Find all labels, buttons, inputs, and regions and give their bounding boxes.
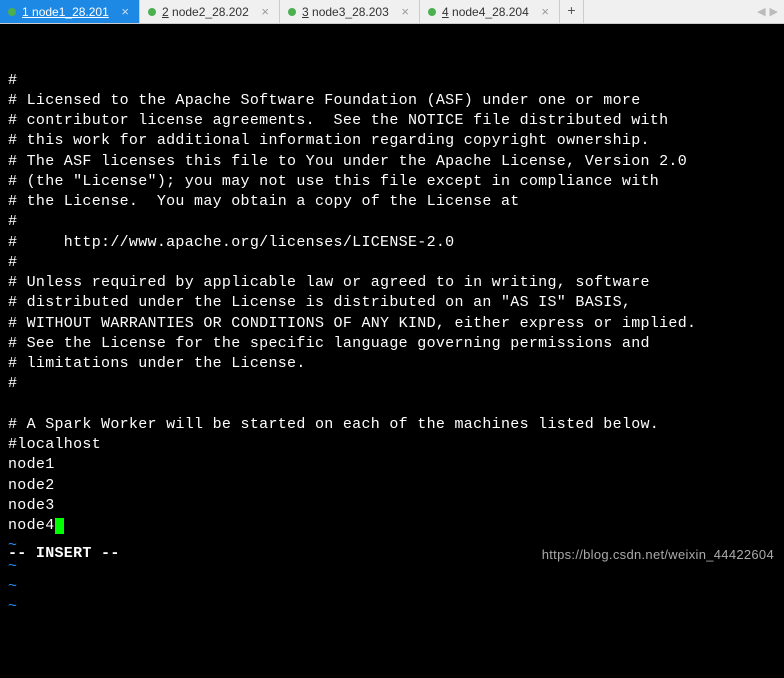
close-icon[interactable]: × xyxy=(399,4,411,19)
editor-line: # See the License for the specific langu… xyxy=(8,334,776,354)
editor-line: # this work for additional information r… xyxy=(8,131,776,151)
editor-line: # contributor license agreements. See th… xyxy=(8,111,776,131)
editor-line: node1 xyxy=(8,455,776,475)
editor-line: node3 xyxy=(8,496,776,516)
editor-line: # Licensed to the Apache Software Founda… xyxy=(8,91,776,111)
tab-label: 4 node4_28.204 xyxy=(442,5,529,19)
watermark: https://blog.csdn.net/weixin_44422604 xyxy=(542,546,774,564)
editor-line: # the License. You may obtain a copy of … xyxy=(8,192,776,212)
status-dot-icon xyxy=(288,8,296,16)
close-icon[interactable]: × xyxy=(259,4,271,19)
editor-line xyxy=(8,395,776,415)
tab-nav: ◀ ▶ xyxy=(751,0,784,23)
editor-content: ## Licensed to the Apache Software Found… xyxy=(8,71,776,618)
editor-line: # (the "License"); you may not use this … xyxy=(8,172,776,192)
tab-node4[interactable]: 4 node4_28.204 × xyxy=(420,0,560,23)
editor-line: # A Spark Worker will be started on each… xyxy=(8,415,776,435)
add-tab-button[interactable]: + xyxy=(560,0,584,23)
empty-line-tilde: ~ xyxy=(8,577,776,597)
vim-status: -- INSERT -- xyxy=(8,544,120,564)
empty-line-tilde: ~ xyxy=(8,597,776,617)
status-dot-icon xyxy=(428,8,436,16)
tab-node3[interactable]: 3 node3_28.203 × xyxy=(280,0,420,23)
editor-line: # http://www.apache.org/licenses/LICENSE… xyxy=(8,233,776,253)
editor-line: node2 xyxy=(8,476,776,496)
tab-node1[interactable]: 1 node1_28.201 × xyxy=(0,0,140,23)
nav-right-icon[interactable]: ▶ xyxy=(770,5,778,19)
tab-label: 3 node3_28.203 xyxy=(302,5,389,19)
editor-line: # xyxy=(8,71,776,91)
tab-bar: 1 node1_28.201 × 2 node2_28.202 × 3 node… xyxy=(0,0,784,24)
editor-line: # The ASF licenses this file to You unde… xyxy=(8,152,776,172)
terminal-editor[interactable]: ## Licensed to the Apache Software Found… xyxy=(0,24,784,570)
nav-left-icon[interactable]: ◀ xyxy=(757,5,765,19)
editor-line: # xyxy=(8,253,776,273)
editor-line: # limitations under the License. xyxy=(8,354,776,374)
tab-spacer xyxy=(584,0,751,23)
tab-label: 2 node2_28.202 xyxy=(162,5,249,19)
editor-line: # xyxy=(8,212,776,232)
cursor-icon xyxy=(55,518,64,534)
close-icon[interactable]: × xyxy=(539,4,551,19)
close-icon[interactable]: × xyxy=(119,4,131,19)
tab-label: 1 node1_28.201 xyxy=(22,5,109,19)
editor-line: # WITHOUT WARRANTIES OR CONDITIONS OF AN… xyxy=(8,314,776,334)
editor-line: node4 xyxy=(8,516,776,536)
tab-node2[interactable]: 2 node2_28.202 × xyxy=(140,0,280,23)
editor-line: # xyxy=(8,374,776,394)
editor-line: #localhost xyxy=(8,435,776,455)
status-dot-icon xyxy=(148,8,156,16)
status-dot-icon xyxy=(8,8,16,16)
editor-line: # distributed under the License is distr… xyxy=(8,293,776,313)
editor-line: # Unless required by applicable law or a… xyxy=(8,273,776,293)
